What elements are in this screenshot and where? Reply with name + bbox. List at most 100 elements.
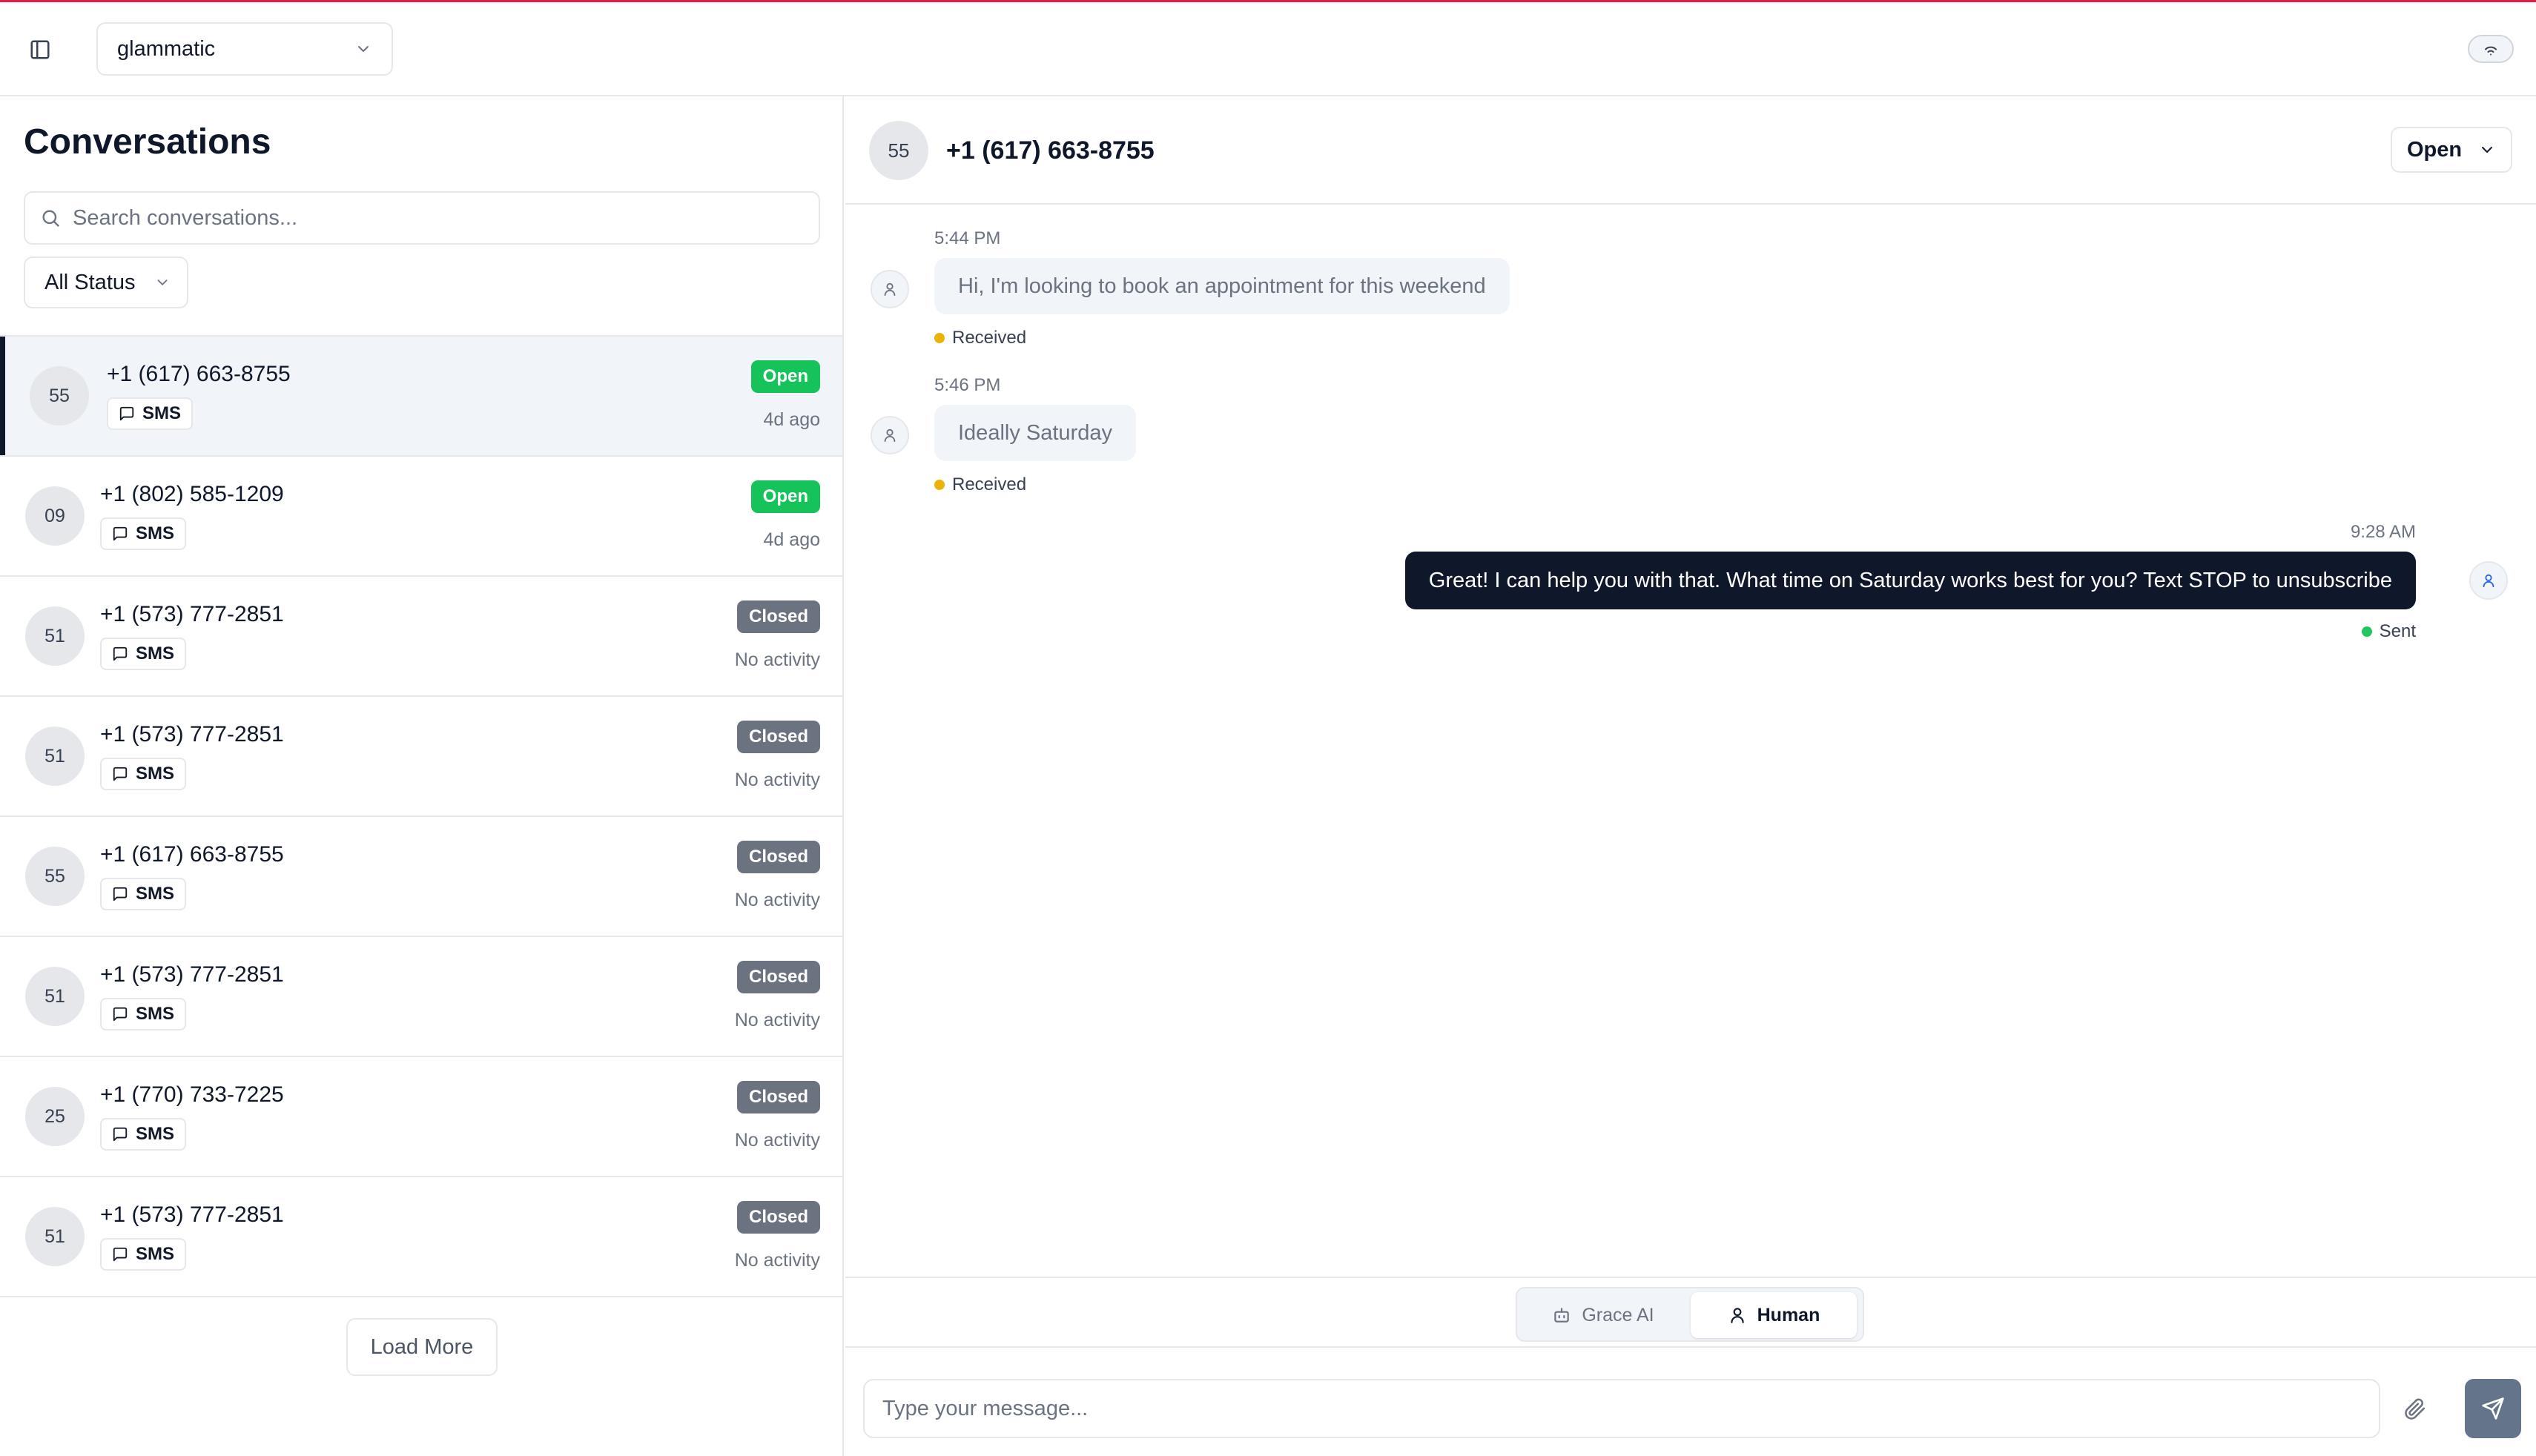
wifi-icon: [2485, 46, 2497, 56]
conversations-panel: Conversations All Status 55 +1 (617) 663…: [0, 96, 844, 1456]
channel-badge: SMS: [100, 998, 187, 1030]
conversation-status-select[interactable]: Open: [2391, 127, 2512, 173]
contact-avatar: [871, 416, 909, 454]
conversation-phone: +1 (573) 777-2851: [100, 722, 284, 747]
channel-badge: SMS: [100, 758, 187, 790]
message-time: 5:46 PM: [934, 375, 1001, 395]
sidebar-toggle-icon: [30, 40, 50, 59]
message-square-icon: [119, 406, 134, 421]
chevron-down-icon: [2482, 147, 2492, 153]
message-square-icon: [113, 646, 128, 661]
message-square-icon: [113, 887, 128, 901]
chat-panel: 55 +1 (617) 663-8755 Open 5:44 PM Hi, I'…: [845, 96, 2536, 1456]
chevron-down-icon: [157, 279, 168, 285]
message-square-icon: [113, 526, 128, 541]
mode-human-button[interactable]: Human: [1691, 1292, 1857, 1338]
conversation-row[interactable]: 25 +1 (770) 733-7225 SMS Closed No activ…: [0, 1057, 842, 1177]
message-input[interactable]: [863, 1379, 2380, 1438]
connection-status[interactable]: [2468, 35, 2514, 63]
channel-badge: SMS: [100, 517, 187, 550]
chat-phone: +1 (617) 663-8755: [946, 136, 1155, 165]
user-icon: [2483, 574, 2494, 588]
delivery-status: Sent: [2361, 621, 2416, 642]
conversation-phone: +1 (573) 777-2851: [100, 962, 284, 987]
status-dot: [934, 333, 945, 343]
send-button[interactable]: [2465, 1379, 2521, 1438]
avatar: 51: [25, 967, 85, 1026]
channel-label: SMS: [136, 1124, 175, 1144]
message-square-icon: [113, 1127, 128, 1142]
status-badge: Closed: [736, 1081, 820, 1113]
message-time: 9:28 AM: [2350, 522, 2416, 542]
mode-grace-ai-button[interactable]: Grace AI: [1522, 1292, 1685, 1338]
channel-badge: SMS: [100, 878, 187, 910]
responder-mode-toggle: Grace AI Human: [1516, 1287, 1864, 1342]
status-filter-label: All Status: [44, 270, 136, 294]
message-square-icon: [113, 1247, 128, 1262]
last-activity: 4d ago: [763, 529, 820, 550]
conversation-phone: +1 (573) 777-2851: [100, 1202, 284, 1227]
sidebar-toggle-button[interactable]: [22, 32, 58, 67]
incoming-message: Hi, I'm looking to book an appointment f…: [934, 258, 1510, 314]
attach-button[interactable]: [2398, 1392, 2432, 1426]
conversation-row[interactable]: 51 +1 (573) 777-2851 SMS Closed No activ…: [0, 697, 842, 817]
mode-ai-label: Grace AI: [1582, 1304, 1654, 1326]
conversation-row[interactable]: 51 +1 (573) 777-2851 SMS Closed No activ…: [0, 1177, 842, 1297]
incoming-message: Ideally Saturday: [934, 405, 1136, 461]
channel-badge: SMS: [100, 638, 187, 670]
user-icon: [884, 282, 896, 297]
last-activity: No activity: [734, 890, 820, 910]
status-badge: Closed: [736, 600, 820, 633]
channel-label: SMS: [136, 643, 175, 664]
avatar: 25: [25, 1087, 85, 1146]
last-activity: 4d ago: [763, 409, 820, 430]
channel-badge: SMS: [100, 1238, 187, 1271]
conversation-row[interactable]: 51 +1 (573) 777-2851 SMS Closed No activ…: [0, 937, 842, 1057]
channel-label: SMS: [136, 523, 175, 543]
avatar: 55: [25, 847, 85, 906]
message-square-icon: [113, 767, 128, 781]
status-badge: Closed: [736, 841, 820, 873]
send-icon: [2482, 1397, 2504, 1420]
conversation-row[interactable]: 55 +1 (617) 663-8755 SMS Closed No activ…: [0, 817, 842, 937]
status-dot: [934, 480, 945, 490]
conversation-row[interactable]: 51 +1 (573) 777-2851 SMS Closed No activ…: [0, 577, 842, 697]
workspace-name: glammatic: [117, 36, 216, 61]
search-box[interactable]: [24, 191, 820, 245]
conversation-status-label: Open: [2407, 137, 2463, 162]
channel-badge: SMS: [100, 1118, 187, 1151]
composer-divider: [845, 1277, 2536, 1278]
last-activity: No activity: [734, 770, 820, 790]
delivery-label: Received: [952, 328, 1027, 348]
status-filter-select[interactable]: All Status: [24, 257, 188, 308]
conversation-row[interactable]: 09 +1 (802) 585-1209 SMS Open 4d ago: [0, 457, 842, 577]
load-more-button[interactable]: Load More: [346, 1318, 498, 1376]
contact-avatar: [871, 270, 909, 308]
page-title: Conversations: [24, 122, 271, 162]
avatar: 55: [30, 366, 89, 426]
outgoing-message: Great! I can help you with that. What ti…: [1404, 552, 2416, 609]
message-square-icon: [113, 1007, 128, 1022]
channel-label: SMS: [136, 764, 175, 784]
bot-icon: [1554, 1308, 1570, 1323]
conversation-list: 55 +1 (617) 663-8755 SMS Open 4d ago 09 …: [0, 335, 842, 1297]
conversation-row[interactable]: 55 +1 (617) 663-8755 SMS Open 4d ago: [0, 337, 842, 457]
last-activity: No activity: [734, 649, 820, 670]
last-activity: No activity: [734, 1010, 820, 1030]
chevron-down-icon: [358, 46, 369, 52]
last-activity: No activity: [734, 1250, 820, 1271]
delivery-label: Received: [952, 474, 1027, 494]
agent-avatar: [2469, 561, 2508, 600]
status-badge: Closed: [736, 721, 820, 753]
search-icon: [42, 210, 59, 227]
search-input[interactable]: [73, 205, 785, 231]
channel-label: SMS: [136, 1244, 175, 1264]
last-activity: No activity: [734, 1130, 820, 1151]
composer-separator: [845, 1346, 2536, 1348]
workspace-select[interactable]: glammatic: [96, 22, 393, 76]
mode-human-label: Human: [1757, 1304, 1820, 1326]
user-icon: [1730, 1308, 1744, 1323]
conversation-phone: +1 (617) 663-8755: [100, 842, 284, 867]
avatar: 51: [25, 606, 85, 666]
channel-label: SMS: [142, 403, 182, 423]
